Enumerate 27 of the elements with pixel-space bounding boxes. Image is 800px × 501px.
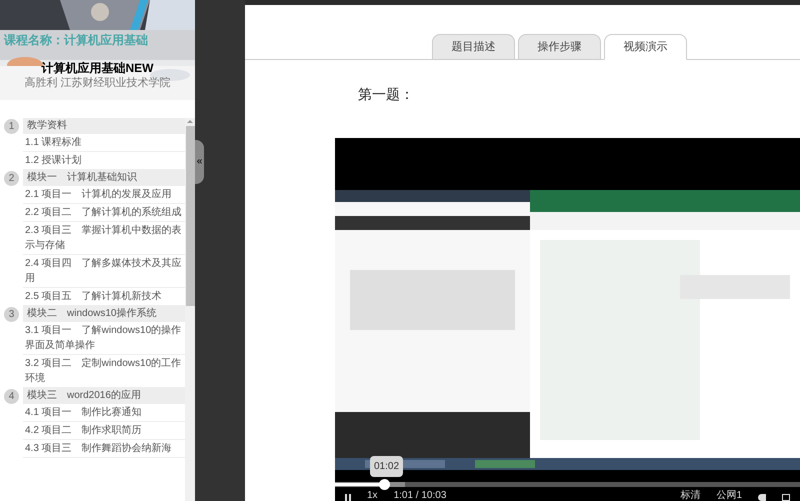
section-title[interactable]: 模块三 word2016的应用 — [23, 388, 185, 404]
section-number: 3 — [4, 306, 19, 322]
time-tooltip: 01:02 — [370, 456, 404, 477]
question-title: 第一题： — [358, 84, 414, 104]
section-number: 1 — [4, 118, 19, 134]
tab[interactable]: 操作步骤 — [518, 34, 601, 60]
scrollbar-thumb[interactable] — [186, 126, 194, 306]
section-number: 4 — [4, 388, 19, 404]
section-title[interactable]: 模块二 windows10操作系统 — [23, 306, 185, 322]
course-author: 高胜利 江苏财经职业技术学院 — [24, 78, 171, 89]
quality-button[interactable]: 标清 — [680, 491, 700, 501]
fullscreen-icon[interactable] — [782, 494, 790, 501]
section-title[interactable]: 模块一 计算机基础知识 — [23, 170, 185, 186]
time-display: 1:01 / 10:03 — [394, 491, 446, 501]
pause-icon[interactable] — [345, 494, 351, 501]
course-title: 计算机应用基础NEW — [42, 62, 154, 74]
tab[interactable]: 题目描述 — [432, 34, 515, 60]
scrollbar[interactable] — [185, 118, 195, 501]
section-title[interactable]: 教学资料 — [23, 118, 185, 134]
tab[interactable]: 视频演示 — [604, 34, 687, 60]
section-number: 2 — [4, 170, 19, 186]
speed-button[interactable]: 1x — [367, 491, 378, 501]
line-button[interactable]: 公网1 — [716, 491, 742, 501]
progress-handle[interactable] — [378, 479, 390, 490]
course-label: 课程名称：计算机应用基础 — [2, 34, 148, 46]
volume-icon[interactable] — [758, 494, 766, 501]
collapse-button[interactable]: « — [195, 140, 204, 184]
